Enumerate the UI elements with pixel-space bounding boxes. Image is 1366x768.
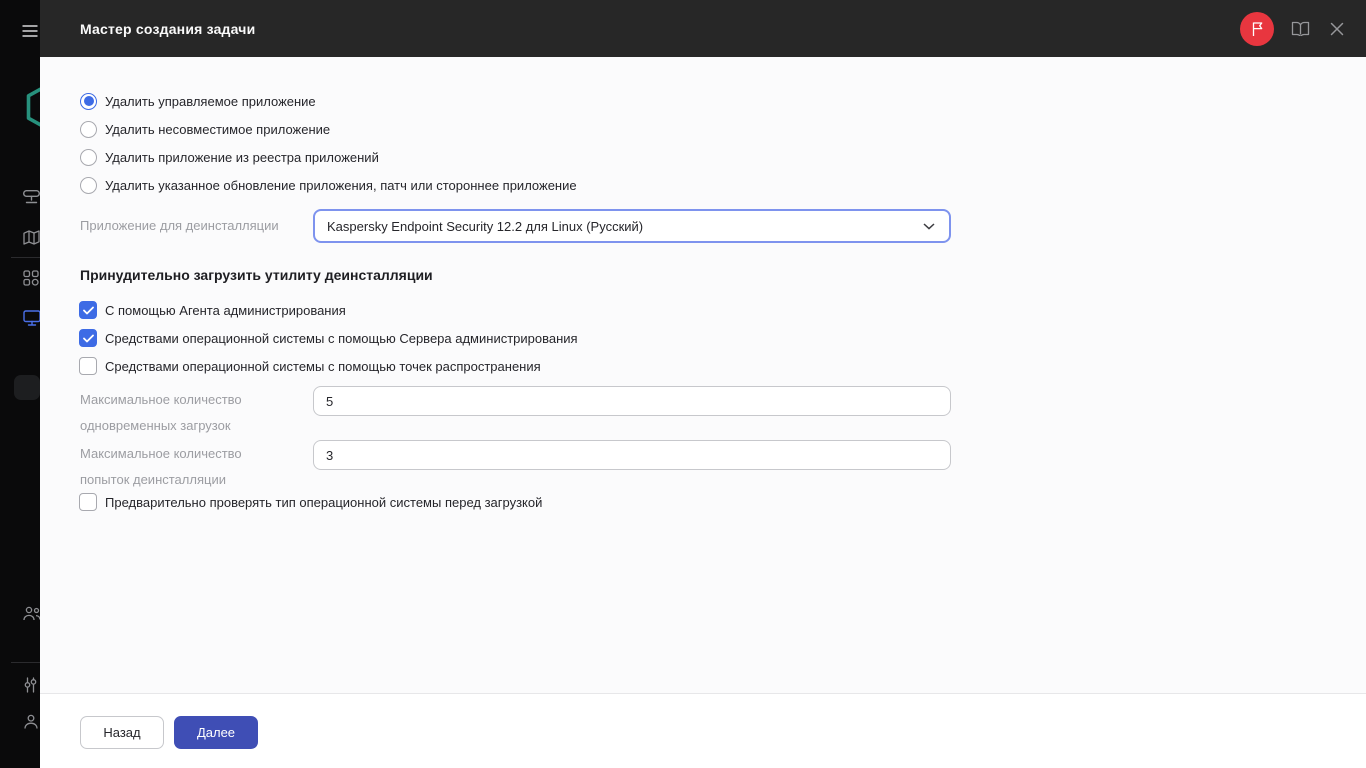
help-book-button[interactable]: [1289, 18, 1311, 40]
checkbox-label: Предварительно проверять тип операционно…: [105, 494, 543, 510]
sliders-icon[interactable]: [23, 677, 38, 698]
menu-icon[interactable]: [22, 24, 38, 42]
dialog-header: Мастер создания задачи: [40, 0, 1366, 57]
checkbox-os-admin-server[interactable]: Средствами операционной системы с помощь…: [79, 324, 578, 352]
radio-option-managed-app[interactable]: Удалить управляемое приложение: [80, 87, 316, 115]
max-attempts-label: Максимальное количество попыток деинстал…: [80, 446, 242, 487]
radio-option-registry-app[interactable]: Удалить приложение из реестра приложений: [80, 143, 379, 171]
monitoring-icon[interactable]: [23, 189, 40, 209]
header-actions: [1240, 0, 1348, 57]
check-icon: [82, 334, 94, 342]
app-sidebar: [0, 0, 40, 768]
app-select-dropdown[interactable]: Kaspersky Endpoint Security 12.2 для Lin…: [313, 209, 951, 243]
book-icon: [1291, 21, 1309, 36]
max-downloads-label: Максимальное количество одновременных за…: [80, 392, 242, 433]
radio-icon: [80, 120, 97, 138]
kaspersky-logo: [26, 82, 40, 137]
map-icon[interactable]: [23, 230, 40, 250]
active-nav-highlight: [14, 375, 40, 400]
close-button[interactable]: [1326, 18, 1348, 40]
chevron-down-icon: [923, 222, 935, 230]
checkbox-network-agent[interactable]: С помощью Агента администрирования: [79, 296, 346, 324]
radio-icon: [80, 176, 97, 194]
checkbox-label: Средствами операционной системы с помощь…: [105, 358, 541, 374]
radio-option-update-patch[interactable]: Удалить указанное обновление приложения,…: [80, 171, 577, 199]
close-icon: [1330, 22, 1344, 35]
checkbox-icon: [79, 329, 97, 347]
task-wizard-dialog: Мастер создания задачи Удалить управляем…: [40, 0, 1366, 768]
dialog-title: Мастер создания задачи: [80, 20, 256, 37]
user-icon[interactable]: [23, 714, 39, 735]
radio-option-incompatible-app[interactable]: Удалить несовместимое приложение: [80, 115, 330, 143]
back-button[interactable]: Назад: [80, 716, 164, 749]
check-icon: [82, 306, 94, 314]
app-select-label: Приложение для деинсталляции: [80, 218, 279, 233]
force-section-title: Принудительно загрузить утилиту деинстал…: [80, 267, 433, 283]
checkbox-os-distribution-points[interactable]: Средствами операционной системы с помощь…: [79, 352, 541, 380]
radio-label: Удалить приложение из реестра приложений: [105, 149, 379, 165]
max-attempts-input[interactable]: [313, 440, 951, 470]
checkbox-icon: [79, 493, 97, 511]
wizard-footer: Назад Далее: [40, 693, 1366, 768]
devices-icon[interactable]: [23, 310, 40, 331]
radio-label: Удалить управляемое приложение: [105, 93, 316, 109]
checkbox-verify-os-type[interactable]: Предварительно проверять тип операционно…: [79, 488, 542, 516]
radio-label: Удалить несовместимое приложение: [105, 121, 331, 137]
wizard-body: Удалить управляемое приложение Удалить н…: [40, 57, 1366, 768]
checkbox-icon: [79, 301, 97, 319]
apps-grid-icon[interactable]: [23, 270, 39, 291]
checkbox-icon: [79, 357, 97, 375]
checkbox-label: С помощью Агента администрирования: [105, 302, 346, 318]
next-button[interactable]: Далее: [174, 716, 258, 749]
checkbox-label: Средствами операционной системы с помощь…: [105, 330, 578, 346]
sidebar-divider: [11, 662, 40, 663]
users-icon[interactable]: [23, 606, 40, 626]
flag-icon: [1252, 21, 1262, 36]
radio-label: Удалить указанное обновление приложения,…: [105, 177, 577, 193]
whats-new-flag-button[interactable]: [1240, 11, 1274, 46]
app-select-value: Kaspersky Endpoint Security 12.2 для Lin…: [327, 218, 644, 234]
sidebar-divider: [11, 257, 40, 258]
radio-icon: [80, 148, 97, 166]
max-downloads-input[interactable]: [313, 386, 951, 416]
radio-icon: [80, 92, 97, 110]
